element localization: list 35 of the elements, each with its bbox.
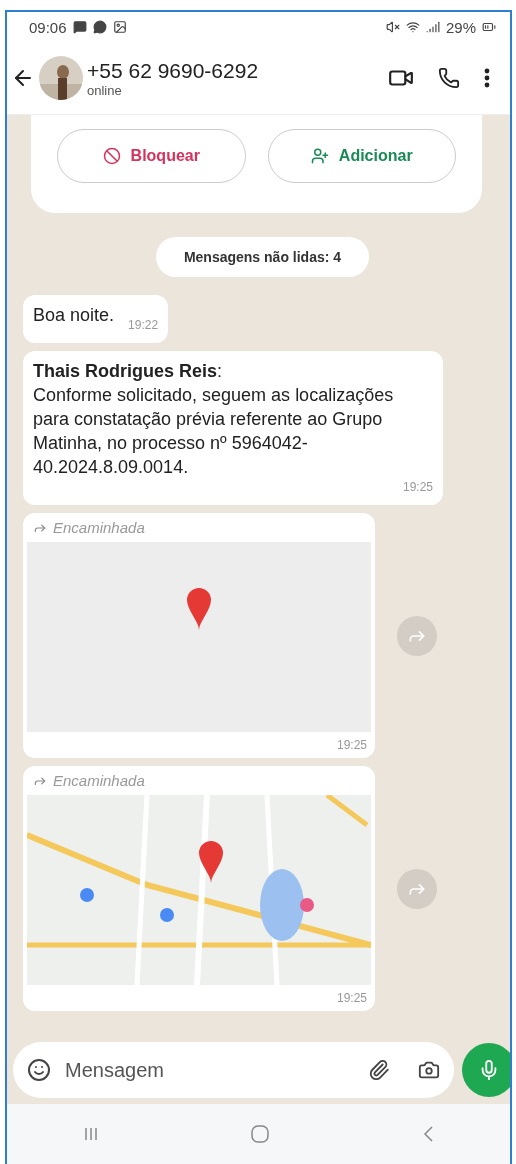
home-button[interactable] [250,1124,271,1144]
emoji-icon [27,1058,51,1082]
block-icon [102,147,121,165]
signal-icon [425,20,440,34]
recent-apps-button[interactable] [82,1126,99,1142]
back-nav-button[interactable] [422,1125,435,1143]
battery-icon [482,20,496,34]
block-button[interactable]: Bloquear [57,129,246,183]
chat-icon [92,20,107,34]
notification-icon [72,20,87,34]
wifi-icon [405,20,420,34]
message-time: 19:25 [401,479,433,496]
battery-level: 29% [445,18,476,36]
status-time: 09:06 [29,18,67,36]
sender-name: Thais Rodrigues Reis: [33,360,224,383]
menu-icon [484,68,490,88]
forwarded-label: Encaminhada [53,519,145,536]
contact-status: online [87,82,123,98]
message-time: 19:22 [128,317,159,334]
message-bar[interactable]: Mensagem [13,1042,454,1098]
add-contact-button[interactable]: Adicionar [267,129,456,183]
mic-button[interactable] [462,1043,510,1097]
phone-icon [438,67,460,89]
mute-icon [385,20,400,34]
forwarded-label: Encaminhada [53,772,145,789]
add-person-icon [310,147,329,165]
message-time: 19:25 [336,991,367,1005]
attach-icon [368,1059,390,1081]
message-text: Conforme solicitado, seguem as localizações para constatação prévia referente ao Grupo Matinha, no processo nº 5964042-40.2024.8.09.0014. [33,384,395,479]
message-text: Boa noite. [33,305,115,325]
contact-name: +55 62 9690-6292 [87,58,260,83]
camera-icon [418,1059,440,1081]
message-time: 19:25 [336,738,367,752]
gallery-icon [112,20,127,34]
unread-banner: Mensagens não lidas: 4 [155,237,370,277]
